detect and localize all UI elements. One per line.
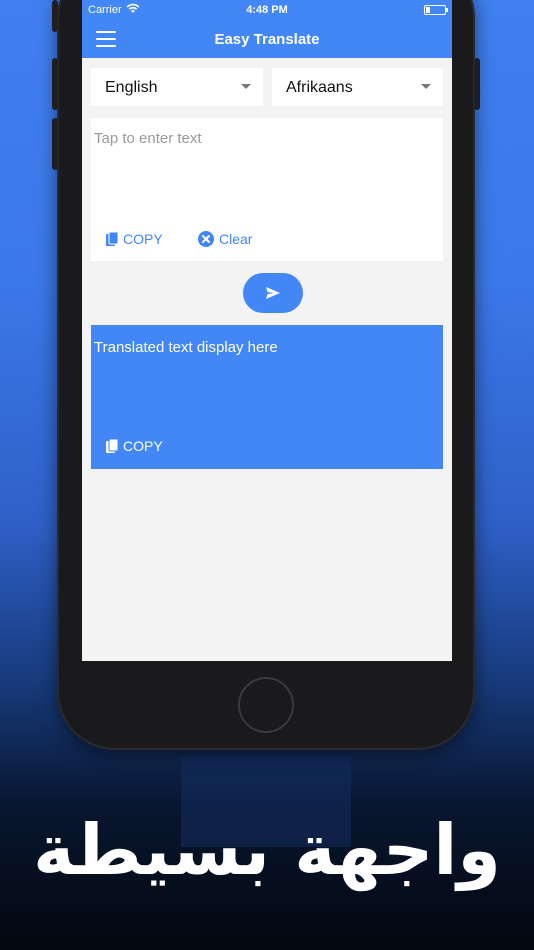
source-language-select[interactable]: English xyxy=(91,68,263,106)
output-copy-label: COPY xyxy=(123,438,163,454)
translate-send-button[interactable] xyxy=(243,273,303,313)
copy-icon xyxy=(106,231,118,246)
status-bar: Carrier 4:48 PM xyxy=(82,0,452,20)
status-time: 4:48 PM xyxy=(246,4,288,16)
target-language-select[interactable]: Afrikaans xyxy=(272,68,443,106)
app-screen: Carrier 4:48 PM Easy Translate English A… xyxy=(82,0,452,661)
output-copy-button[interactable]: COPY xyxy=(106,438,163,454)
phone-side-button-volume-down xyxy=(52,118,58,170)
target-language-label: Afrikaans xyxy=(286,79,353,96)
page-title: Easy Translate xyxy=(214,31,320,48)
source-language-label: English xyxy=(105,79,158,96)
copy-icon xyxy=(106,438,118,453)
phone-side-button-volume-up xyxy=(52,58,58,110)
battery-icon xyxy=(424,5,448,15)
home-button[interactable] xyxy=(238,677,294,733)
promo-caption: واجهة بسيطة xyxy=(33,809,501,891)
send-icon xyxy=(266,287,280,299)
phone-side-button-power xyxy=(474,58,480,110)
nav-bar: Easy Translate xyxy=(82,20,452,58)
input-card[interactable]: Tap to enter text COPY Clear xyxy=(91,118,443,261)
output-card: Translated text display here COPY xyxy=(91,325,443,469)
language-selector-row: English Afrikaans xyxy=(91,68,443,106)
clear-button[interactable]: Clear xyxy=(198,231,252,247)
clear-label: Clear xyxy=(219,231,253,247)
input-copy-button[interactable]: COPY xyxy=(106,231,163,247)
chevron-down-icon xyxy=(241,84,251,89)
chevron-down-icon xyxy=(421,84,431,89)
battery-level xyxy=(426,7,430,13)
translated-text: Translated text display here xyxy=(94,339,278,356)
input-placeholder[interactable]: Tap to enter text xyxy=(94,130,202,147)
phone-side-button-silent xyxy=(52,0,58,32)
clear-icon xyxy=(198,231,214,247)
input-copy-label: COPY xyxy=(123,231,163,247)
